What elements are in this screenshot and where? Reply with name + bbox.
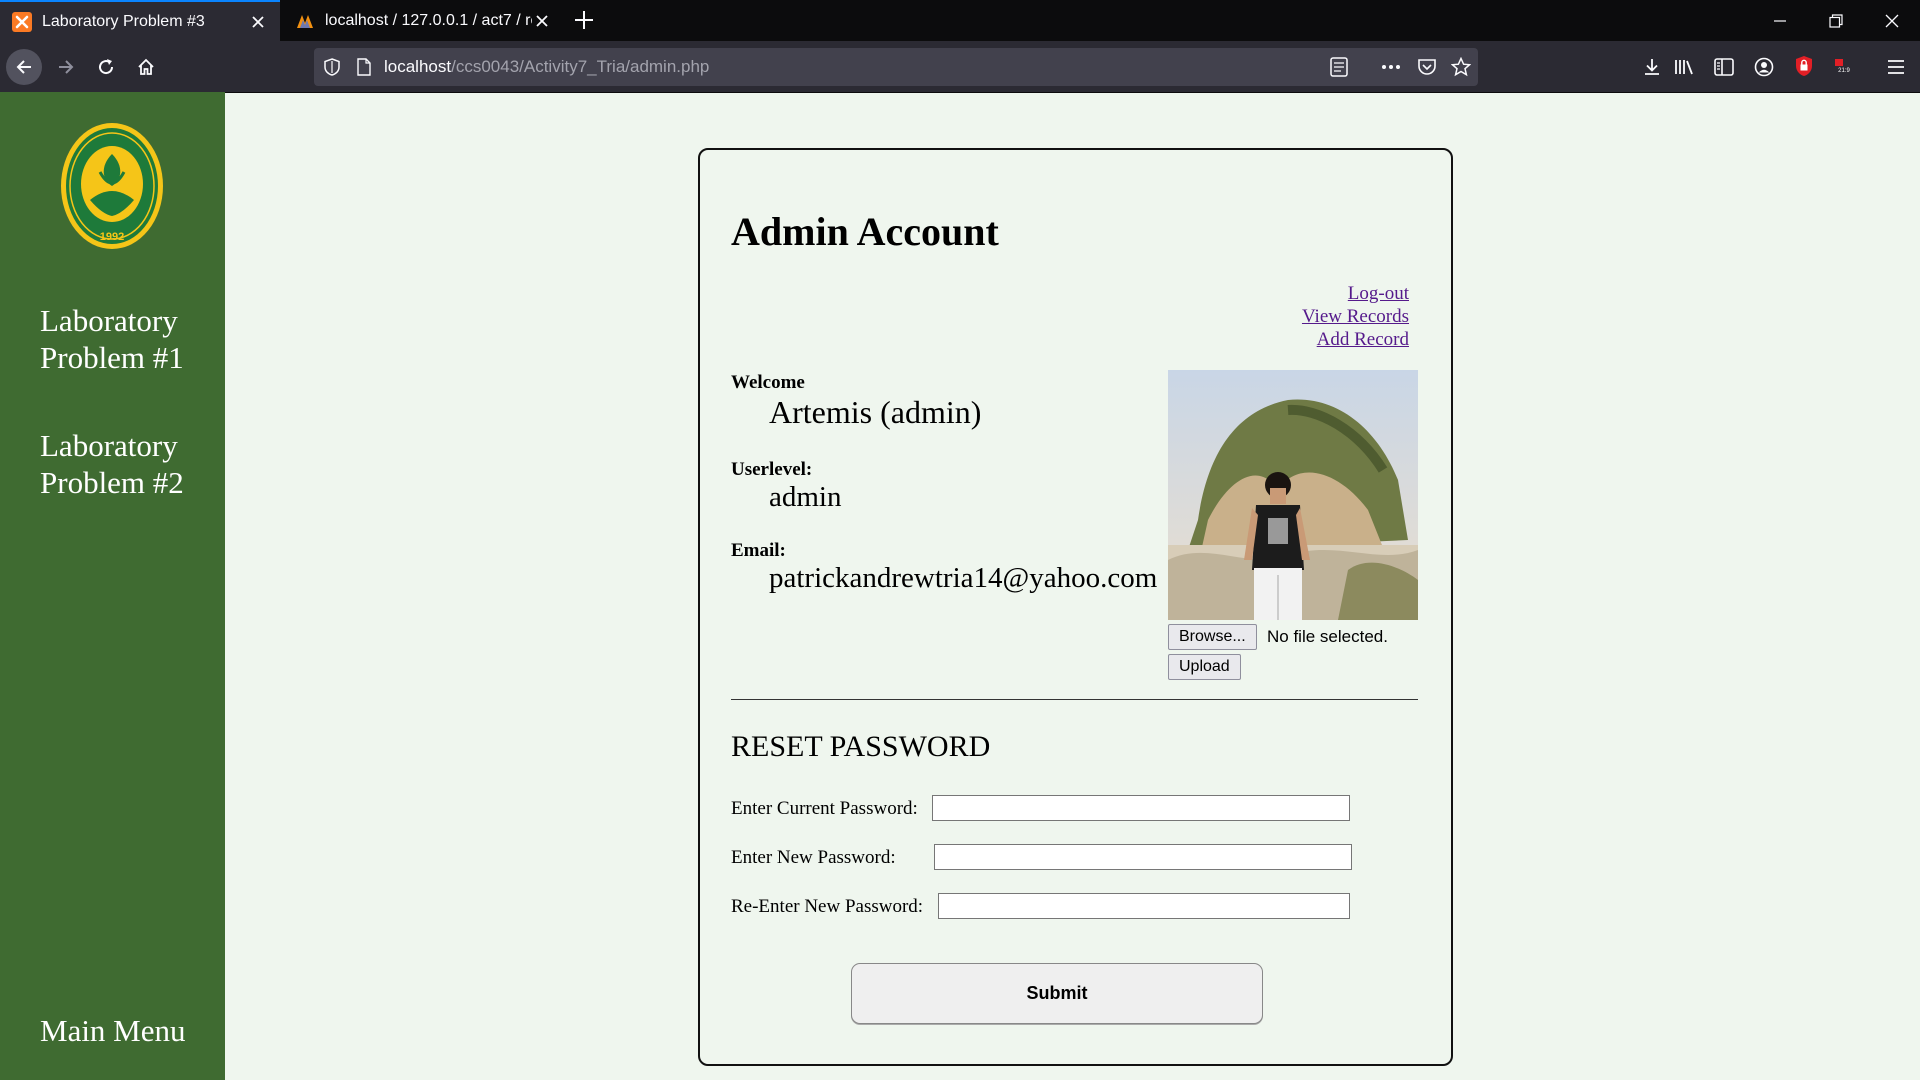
reload-button[interactable] bbox=[88, 49, 124, 85]
extension-lock-icon[interactable] bbox=[1792, 54, 1816, 78]
page-info-icon[interactable] bbox=[354, 57, 374, 77]
email-value: patrickandrewtria14@yahoo.com bbox=[769, 562, 1158, 594]
current-password-input[interactable] bbox=[932, 795, 1350, 821]
userlevel-value: admin bbox=[769, 481, 842, 513]
logout-link[interactable]: Log-out bbox=[1302, 282, 1409, 305]
bookmark-star-icon[interactable] bbox=[1450, 56, 1472, 78]
submit-button[interactable]: Submit bbox=[851, 963, 1263, 1024]
admin-account-card: Admin Account Log-out View Records Add R… bbox=[698, 148, 1453, 1066]
current-password-label: Enter Current Password: bbox=[731, 798, 918, 819]
account-links: Log-out View Records Add Record bbox=[1302, 282, 1409, 351]
shield-icon[interactable] bbox=[322, 57, 342, 77]
tab-strip: Laboratory Problem #3 localhost / 127.0.… bbox=[0, 0, 1920, 41]
new-tab-icon[interactable] bbox=[572, 8, 596, 32]
reader-view-icon[interactable] bbox=[1328, 56, 1350, 78]
new-password-label: Enter New Password: bbox=[731, 847, 896, 868]
xampp-icon bbox=[12, 11, 32, 32]
address-bar[interactable]: localhost/ccs0043/Activity7_Tria/admin.p… bbox=[314, 48, 1478, 86]
close-tab-icon[interactable] bbox=[532, 11, 551, 31]
home-icon bbox=[138, 58, 154, 75]
reenter-password-label: Re-Enter New Password: bbox=[731, 896, 924, 917]
section-divider bbox=[731, 699, 1418, 700]
school-seal-logo: 1992 bbox=[61, 123, 163, 249]
profile-photo bbox=[1168, 370, 1418, 620]
extension-aspect-ratio-icon[interactable]: 21:9 bbox=[1832, 54, 1856, 78]
close-tab-icon[interactable] bbox=[248, 12, 268, 32]
tab-laboratory-problem-3[interactable]: Laboratory Problem #3 bbox=[0, 0, 280, 41]
browse-button[interactable]: Browse... bbox=[1168, 624, 1257, 650]
library-icon[interactable] bbox=[1672, 55, 1696, 79]
tab-title: Laboratory Problem #3 bbox=[42, 12, 205, 30]
window-close-icon[interactable] bbox=[1864, 0, 1920, 41]
svg-text:21:9: 21:9 bbox=[1838, 68, 1850, 74]
forward-arrow-icon bbox=[59, 60, 74, 74]
sidebar-item-main-menu[interactable]: Main Menu bbox=[40, 1012, 210, 1049]
sidebar-toggle-icon[interactable] bbox=[1712, 55, 1736, 79]
reload-icon bbox=[99, 59, 114, 75]
add-record-link[interactable]: Add Record bbox=[1302, 328, 1409, 351]
welcome-value: Artemis (admin) bbox=[769, 394, 982, 430]
forward-button[interactable] bbox=[48, 49, 84, 85]
downloads-icon[interactable] bbox=[1640, 55, 1664, 79]
reenter-password-input[interactable] bbox=[938, 893, 1350, 919]
welcome-label: Welcome bbox=[731, 372, 805, 393]
sidebar: 1992 Laboratory Problem #1 Laboratory Pr… bbox=[0, 92, 225, 1080]
upload-button[interactable]: Upload bbox=[1168, 654, 1241, 680]
phpmyadmin-icon bbox=[297, 14, 313, 28]
view-records-link[interactable]: View Records bbox=[1302, 305, 1409, 328]
url-text: localhost/ccs0043/Activity7_Tria/admin.p… bbox=[384, 57, 709, 77]
page-actions-icon[interactable] bbox=[1380, 56, 1402, 78]
back-button[interactable] bbox=[6, 49, 42, 85]
tab-title: localhost / 127.0.0.1 / act7 / reg bbox=[325, 11, 533, 29]
email-label: Email: bbox=[731, 540, 786, 561]
new-password-input[interactable] bbox=[934, 844, 1352, 870]
home-button[interactable] bbox=[128, 49, 164, 85]
url-path: /ccs0043/Activity7_Tria/admin.php bbox=[451, 57, 710, 76]
restore-icon[interactable] bbox=[1808, 0, 1864, 41]
minimize-icon[interactable] bbox=[1752, 0, 1808, 41]
back-arrow-icon bbox=[16, 60, 31, 74]
page-title: Admin Account bbox=[731, 209, 999, 254]
account-icon[interactable] bbox=[1752, 55, 1776, 79]
tab-phpmyadmin[interactable]: localhost / 127.0.0.1 / act7 / reg bbox=[283, 0, 563, 41]
pocket-icon[interactable] bbox=[1416, 56, 1438, 78]
logo-year: 1992 bbox=[100, 231, 124, 243]
file-status: No file selected. bbox=[1267, 627, 1388, 646]
sidebar-item-laboratory-problem-2[interactable]: Laboratory Problem #2 bbox=[40, 427, 210, 501]
reset-password-title: RESET PASSWORD bbox=[731, 730, 991, 763]
userlevel-label: Userlevel: bbox=[731, 459, 813, 480]
url-host: localhost bbox=[384, 57, 452, 76]
sidebar-item-laboratory-problem-1[interactable]: Laboratory Problem #1 bbox=[40, 302, 210, 376]
menu-icon[interactable] bbox=[1884, 55, 1908, 79]
